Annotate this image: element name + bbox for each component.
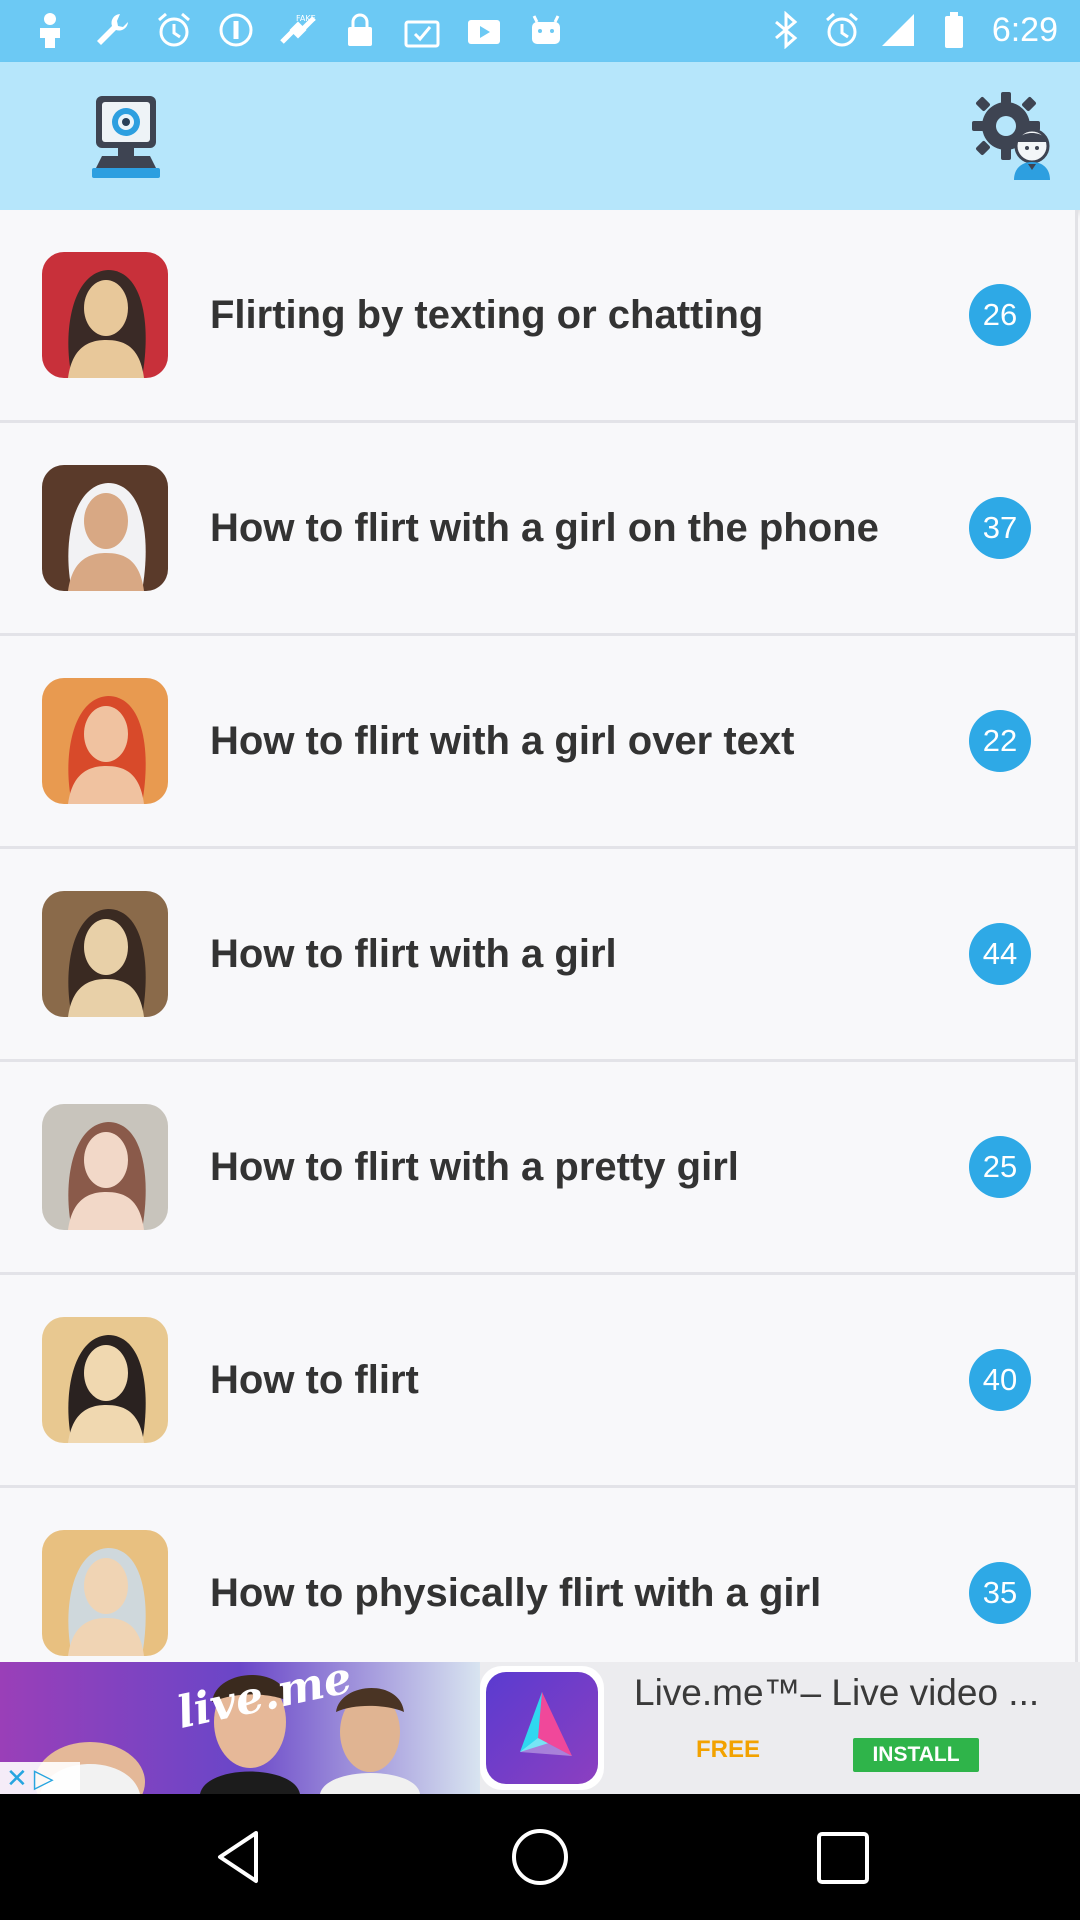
- thumbnail-image: [42, 465, 168, 591]
- count-badge: 26: [969, 284, 1031, 346]
- count-badge: 44: [969, 923, 1031, 985]
- svg-text:FAKE: FAKE: [296, 14, 316, 23]
- photo-placeholder-icon: [42, 252, 168, 378]
- item-title: How to physically flirt with a girl: [210, 1571, 822, 1615]
- item-title: Flirting by texting or chatting: [210, 293, 764, 337]
- home-icon[interactable]: [510, 1827, 570, 1887]
- settings-person-icon[interactable]: [970, 90, 1056, 182]
- ad-controls: ✕ ▷: [0, 1762, 80, 1794]
- list-item[interactable]: How to flirt 40: [0, 1275, 1075, 1488]
- thumbnail-image: [42, 1317, 168, 1443]
- status-time: 6:29: [991, 10, 1058, 49]
- list-item[interactable]: How to flirt with a pretty girl 25: [0, 1062, 1075, 1275]
- info-icon: [216, 10, 256, 50]
- recent-apps-icon[interactable]: [815, 1830, 871, 1886]
- topic-list: Flirting by texting or chatting 26 How t…: [0, 210, 1078, 1662]
- android-icon: [526, 10, 566, 50]
- list-item[interactable]: How to flirt with a girl 44: [0, 849, 1075, 1062]
- count-badge: 25: [969, 1136, 1031, 1198]
- list-item[interactable]: How to flirt with a girl on the phone 37: [0, 423, 1075, 636]
- list-item[interactable]: Flirting by texting or chatting 26: [0, 210, 1075, 423]
- list-item[interactable]: How to physically flirt with a girl 35: [0, 1488, 1075, 1662]
- alarm-icon: [154, 10, 194, 50]
- count-badge: 35: [969, 1562, 1031, 1624]
- close-icon[interactable]: ✕: [6, 1765, 28, 1791]
- wrench-icon: [92, 10, 132, 50]
- checklist-icon: [402, 10, 442, 50]
- count-badge: 40: [969, 1349, 1031, 1411]
- thumbnail-image: [42, 252, 168, 378]
- alarm-icon: [824, 10, 860, 50]
- satellite-icon: FAKE: [278, 10, 318, 50]
- navigation-bar: [0, 1794, 1080, 1920]
- item-title: How to flirt with a pretty girl: [210, 1145, 739, 1189]
- app-bar: [0, 62, 1080, 210]
- thumbnail-image: [42, 1104, 168, 1230]
- person-icon: [30, 10, 70, 50]
- adchoices-icon[interactable]: ▷: [34, 1765, 54, 1791]
- photo-placeholder-icon: [42, 891, 168, 1017]
- ad-title: Live.me™– Live video ...: [634, 1672, 1040, 1713]
- count-badge: 37: [969, 497, 1031, 559]
- item-title: How to flirt with a girl on the phone: [210, 506, 879, 550]
- item-title: How to flirt with a girl: [210, 932, 617, 976]
- ad-app-icon[interactable]: [480, 1666, 604, 1790]
- ad-banner[interactable]: live.me Live.me™– Live video ... FREE IN…: [0, 1662, 1080, 1794]
- status-bar: FAKE 6:29: [0, 0, 1080, 62]
- ad-install-button[interactable]: INSTALL: [853, 1738, 979, 1772]
- ad-price: FREE: [696, 1736, 761, 1763]
- back-icon[interactable]: [210, 1827, 270, 1887]
- lock-icon: [340, 10, 380, 50]
- photo-placeholder-icon: [42, 1530, 168, 1656]
- battery-icon: [936, 10, 972, 50]
- item-title: How to flirt: [210, 1358, 419, 1402]
- list-item[interactable]: How to flirt with a girl over text 22: [0, 636, 1075, 849]
- thumbnail-image: [42, 891, 168, 1017]
- item-title: How to flirt with a girl over text: [210, 719, 795, 763]
- status-left-icons: FAKE: [30, 10, 566, 50]
- count-badge: 22: [969, 710, 1031, 772]
- photo-placeholder-icon: [42, 678, 168, 804]
- photo-placeholder-icon: [42, 1104, 168, 1230]
- video-icon: [464, 10, 504, 50]
- photo-placeholder-icon: [42, 465, 168, 591]
- status-right-icons: 6:29: [768, 10, 1058, 50]
- webcam-icon[interactable]: [88, 92, 164, 180]
- bluetooth-icon: [768, 10, 804, 50]
- thumbnail-image: [42, 1530, 168, 1656]
- thumbnail-image: [42, 678, 168, 804]
- signal-icon: [880, 10, 916, 50]
- photo-placeholder-icon: [42, 1317, 168, 1443]
